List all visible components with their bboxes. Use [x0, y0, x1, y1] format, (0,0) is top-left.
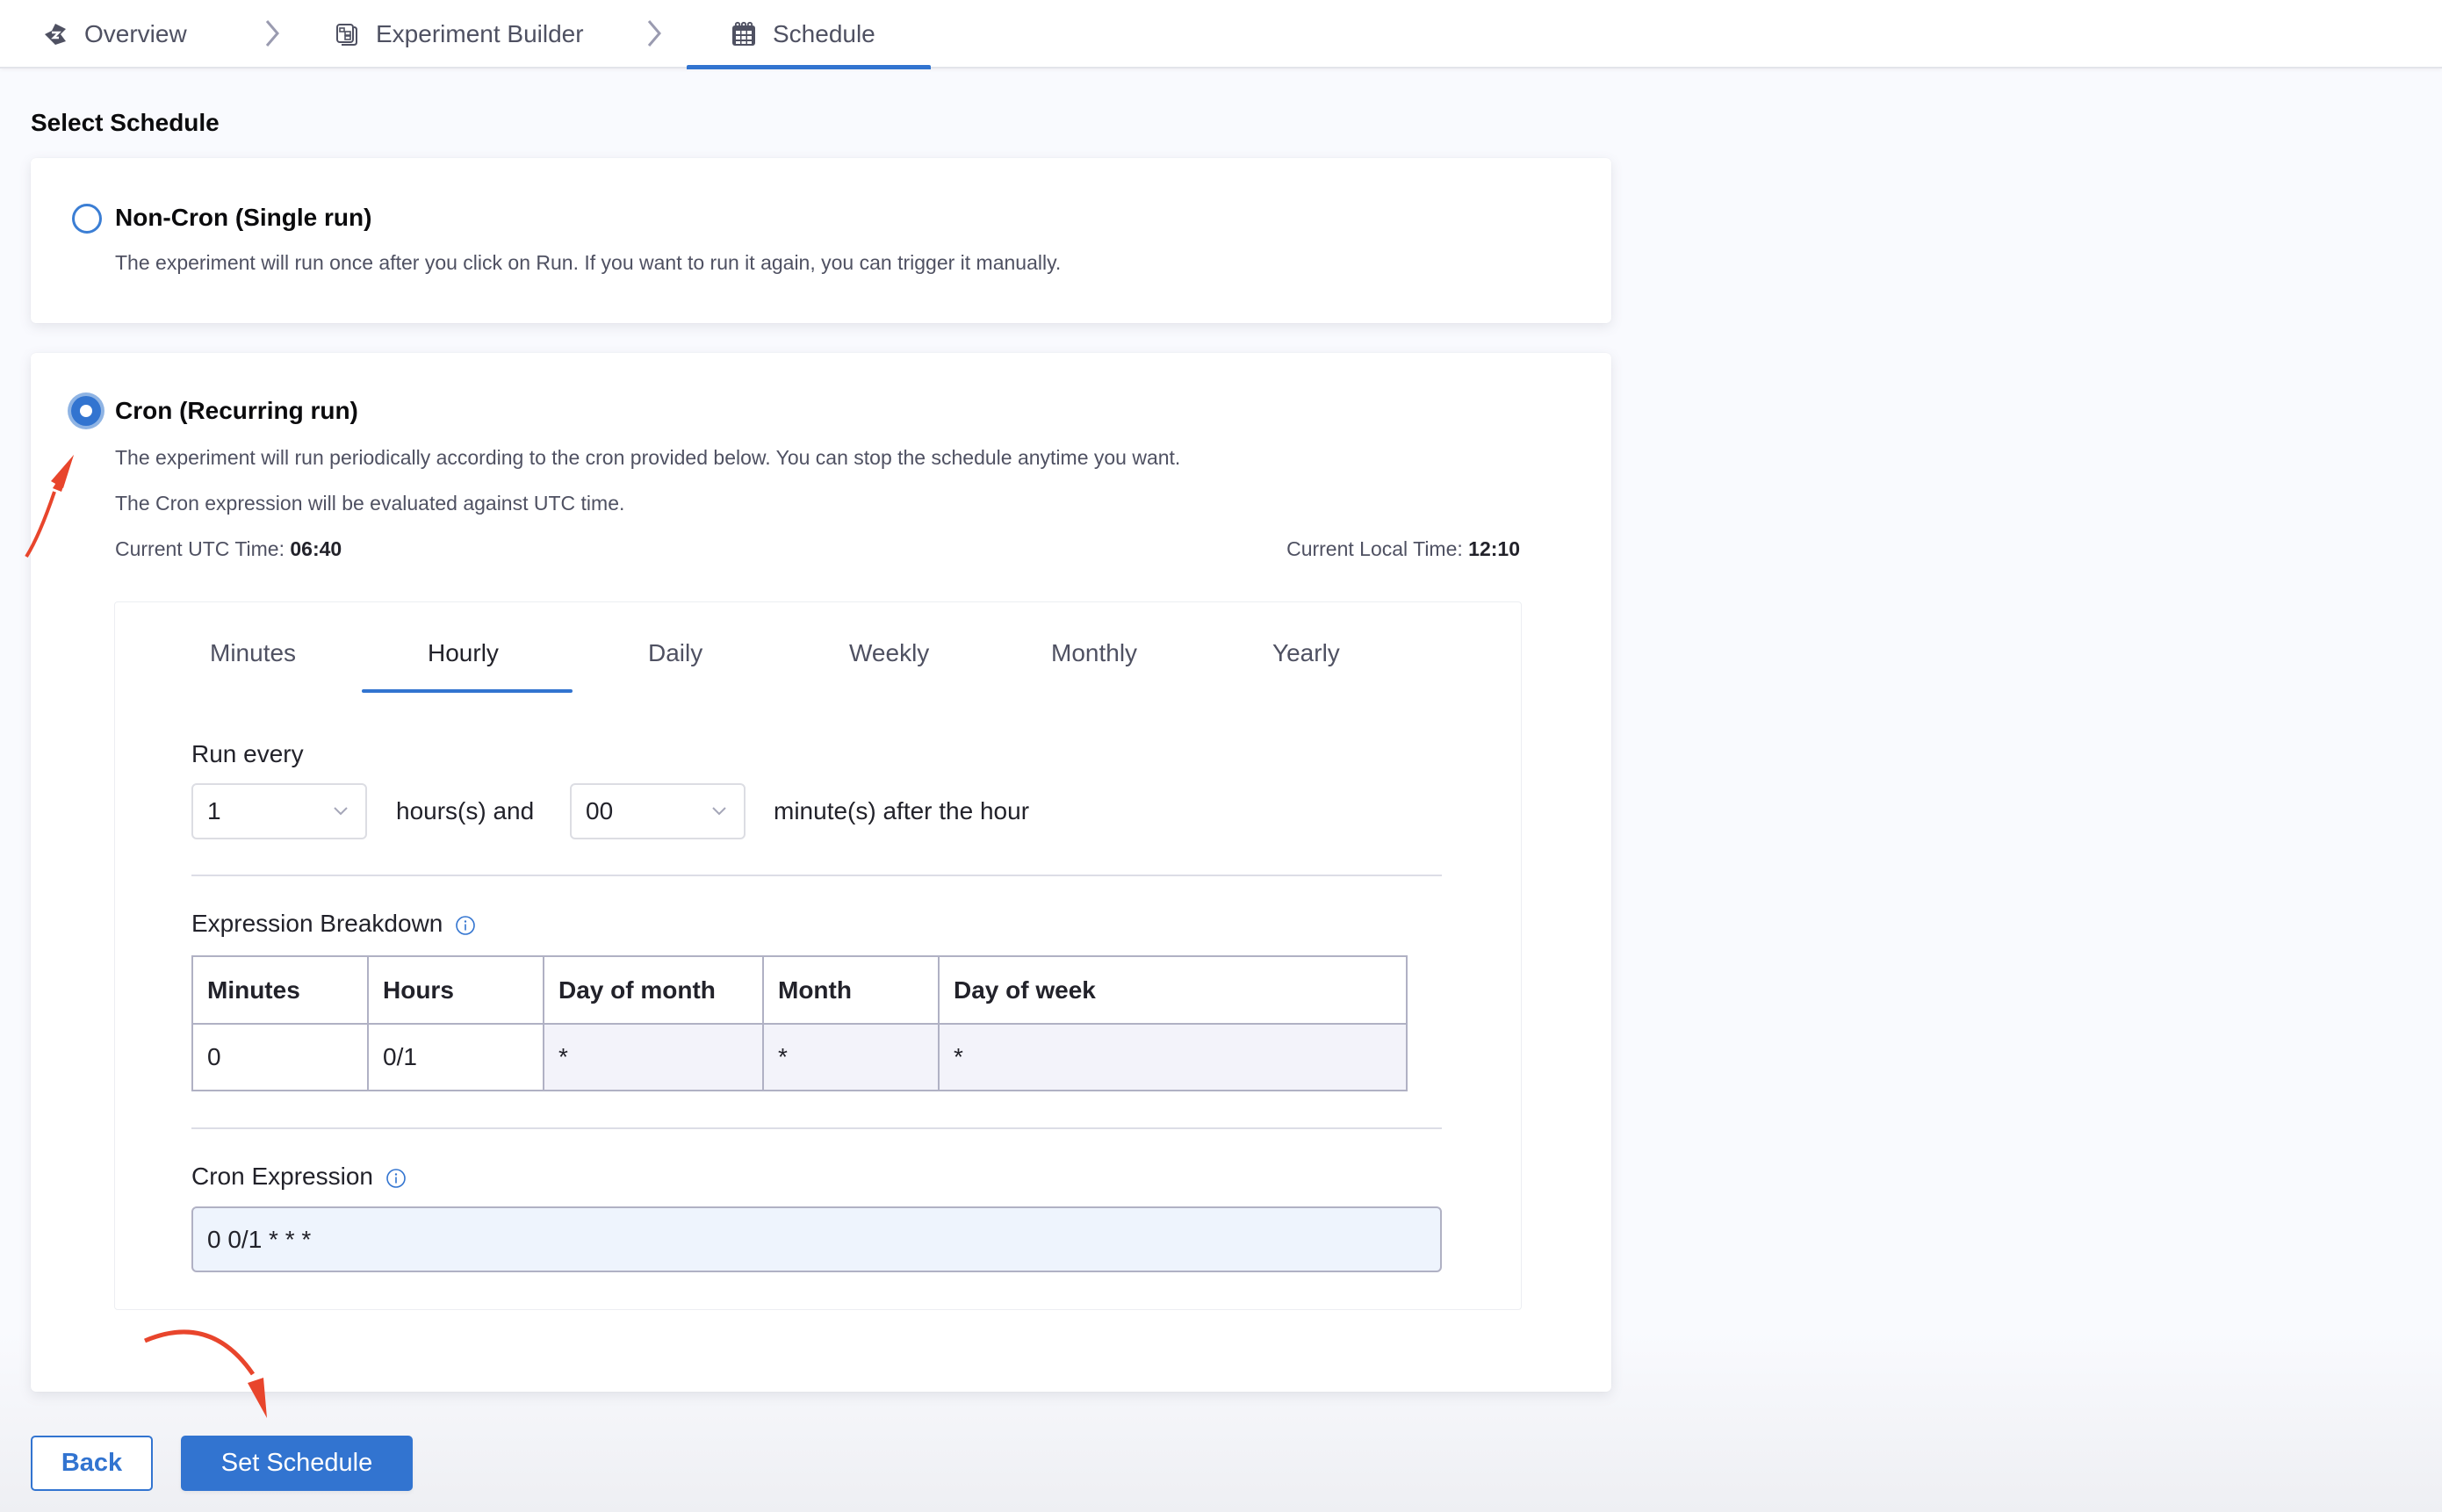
- local-time-value: 12:10: [1468, 537, 1520, 560]
- column-header: Day of month: [543, 955, 764, 1025]
- cell-minutes: 0: [191, 1023, 369, 1091]
- non-cron-radio[interactable]: [72, 204, 102, 234]
- chevron-right-icon: [265, 20, 279, 47]
- page-title: Select Schedule: [31, 109, 220, 136]
- utc-note: The Cron expression will be evaluated ag…: [115, 492, 625, 515]
- breadcrumb-header: Overview Experiment Builder Schedule: [0, 0, 2442, 69]
- minutes-select[interactable]: 00: [570, 783, 746, 839]
- info-icon[interactable]: [455, 915, 476, 936]
- cron-radio[interactable]: [71, 396, 101, 426]
- utc-time-value: 06:40: [290, 537, 342, 560]
- cell-month: *: [762, 1023, 940, 1091]
- tab-daily[interactable]: Daily: [648, 639, 702, 667]
- non-cron-option-card[interactable]: Non-Cron (Single run) The experiment wil…: [31, 158, 1611, 323]
- chaos-hub-icon: [42, 21, 68, 47]
- run-every-label: Run every: [191, 740, 304, 767]
- set-schedule-button[interactable]: Set Schedule: [181, 1436, 413, 1491]
- minutes-suffix: minute(s) after the hour: [774, 797, 1030, 824]
- chevron-down-icon: [712, 807, 726, 816]
- divider: [191, 1127, 1442, 1129]
- column-header: Day of week: [938, 955, 1408, 1025]
- cron-title: Cron (Recurring run): [115, 397, 358, 424]
- current-local-time: Current Local Time: 12:10: [1286, 537, 1520, 561]
- cron-expression-title: Cron Expression: [191, 1163, 373, 1190]
- expression-breakdown-label: Expression Breakdown: [191, 910, 476, 938]
- non-cron-description: The experiment will run once after you c…: [115, 251, 1062, 274]
- cron-builder-panel: Minutes Hourly Daily Weekly Monthly Year…: [114, 601, 1522, 1310]
- divider: [191, 875, 1442, 876]
- breadcrumb-item-overview[interactable]: Overview: [42, 0, 187, 68]
- cell-day-of-month: *: [543, 1023, 764, 1091]
- tab-hourly[interactable]: Hourly: [428, 639, 499, 667]
- expression-breakdown-title: Expression Breakdown: [191, 910, 443, 937]
- tab-weekly[interactable]: Weekly: [849, 639, 929, 667]
- cron-expression-label: Cron Expression: [191, 1163, 407, 1191]
- tab-monthly[interactable]: Monthly: [1051, 639, 1137, 667]
- breadcrumb-label: Overview: [84, 20, 187, 47]
- tab-minutes[interactable]: Minutes: [210, 639, 296, 667]
- chevron-down-icon: [334, 807, 348, 816]
- table-header-row: Minutes Hours Day of month Month Day of …: [191, 955, 1408, 1025]
- breadcrumb-label: Schedule: [773, 20, 875, 47]
- hours-select-value: 1: [207, 797, 221, 824]
- expression-breakdown-table: Minutes Hours Day of month Month Day of …: [191, 955, 1408, 1091]
- column-header: Minutes: [191, 955, 369, 1025]
- calendar-icon: [731, 21, 757, 47]
- active-tab-indicator: [687, 65, 931, 69]
- tab-yearly[interactable]: Yearly: [1272, 639, 1340, 667]
- experiment-builder-icon: [334, 21, 360, 47]
- breadcrumb-label: Experiment Builder: [376, 20, 584, 47]
- active-tab-indicator: [362, 689, 573, 693]
- column-header: Hours: [367, 955, 544, 1025]
- breadcrumb-item-schedule[interactable]: Schedule: [731, 0, 875, 68]
- breadcrumb-item-experiment-builder[interactable]: Experiment Builder: [334, 0, 584, 68]
- non-cron-title: Non-Cron (Single run): [115, 204, 372, 231]
- local-time-label: Current Local Time:: [1286, 537, 1463, 560]
- cron-option-card[interactable]: Cron (Recurring run) The experiment will…: [31, 353, 1611, 1392]
- minutes-select-value: 00: [586, 797, 614, 824]
- back-button[interactable]: Back: [31, 1436, 153, 1491]
- chevron-right-icon: [647, 20, 661, 47]
- info-icon[interactable]: [385, 1168, 407, 1189]
- cron-expression-input[interactable]: 0 0/1 * * *: [191, 1206, 1442, 1272]
- cron-description: The experiment will run periodically acc…: [115, 446, 1181, 469]
- cell-day-of-week: *: [938, 1023, 1408, 1091]
- hours-suffix: hours(s) and: [396, 797, 535, 824]
- utc-time-label: Current UTC Time:: [115, 537, 285, 560]
- current-utc-time: Current UTC Time: 06:40: [115, 537, 342, 561]
- cell-hours: 0/1: [367, 1023, 544, 1091]
- column-header: Month: [762, 955, 940, 1025]
- table-row: 0 0/1 * * *: [191, 1023, 1408, 1091]
- hours-select[interactable]: 1: [191, 783, 367, 839]
